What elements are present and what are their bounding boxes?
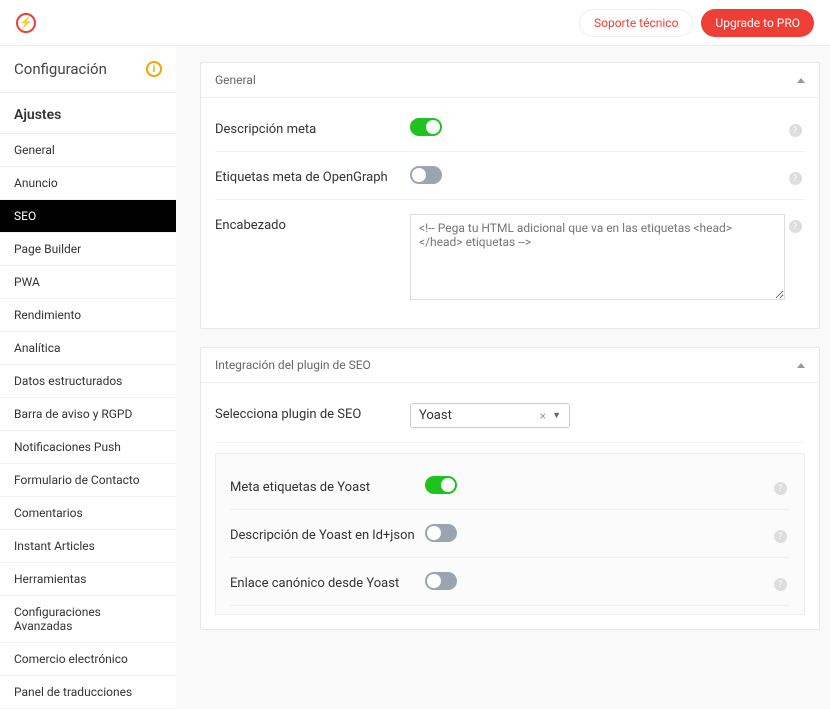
meta-desc-label: Descripción meta xyxy=(215,118,410,137)
og-tags-toggle[interactable] xyxy=(410,166,442,184)
chevron-down-icon: ▼ xyxy=(552,410,561,421)
sidebar-item-formulario-de-contacto[interactable]: Formulario de Contacto xyxy=(0,464,176,497)
sidebar-item-barra-de-aviso-y-rgpd[interactable]: Barra de aviso y RGPD xyxy=(0,398,176,431)
sidebar-item-herramientas[interactable]: Herramientas xyxy=(0,563,176,596)
card-seo-plugin: Integración del plugin de SEO Selecciona… xyxy=(200,347,820,630)
card-seo-plugin-header[interactable]: Integración del plugin de SEO xyxy=(201,348,819,383)
sidebar-subtitle: Ajustes xyxy=(0,93,176,134)
chevron-up-icon xyxy=(797,363,805,368)
sidebar-title: Configuración xyxy=(14,60,107,78)
sidebar-item-general[interactable]: General xyxy=(0,134,176,167)
sidebar-item-anuncio[interactable]: Anuncio xyxy=(0,167,176,200)
card-general: General Descripción meta ? Etiquetas met… xyxy=(200,62,820,329)
sidebar-nav: GeneralAnuncioSEOPage BuilderPWARendimie… xyxy=(0,134,176,709)
yoast-desc-toggle[interactable] xyxy=(425,524,457,542)
help-icon[interactable]: ? xyxy=(789,172,802,185)
app-logo-icon: ⚡ xyxy=(16,13,36,33)
head-code-label: Encabezado xyxy=(215,214,410,233)
card-general-title: General xyxy=(215,73,256,87)
info-icon[interactable]: i xyxy=(146,61,162,77)
seo-plugin-select-value: Yoast xyxy=(419,408,452,423)
yoast-meta-toggle[interactable] xyxy=(425,476,457,494)
head-code-textarea[interactable] xyxy=(410,214,785,300)
seo-plugin-select[interactable]: Yoast × ▼ xyxy=(410,403,570,428)
yoast-desc-label: Descripción de Yoast en ld+json xyxy=(230,524,425,543)
sidebar-item-panel-de-traducciones[interactable]: Panel de traducciones xyxy=(0,676,176,709)
card-general-header[interactable]: General xyxy=(201,63,819,98)
sidebar-item-comentarios[interactable]: Comentarios xyxy=(0,497,176,530)
sidebar-item-comercio-electrónico[interactable]: Comercio electrónico xyxy=(0,643,176,676)
support-button[interactable]: Soporte técnico xyxy=(579,9,693,37)
topbar-actions: Soporte técnico Upgrade to PRO xyxy=(579,9,814,37)
sidebar-item-datos-estructurados[interactable]: Datos estructurados xyxy=(0,365,176,398)
seo-plugin-select-label: Selecciona plugin de SEO xyxy=(215,403,410,422)
sidebar-item-page-builder[interactable]: Page Builder xyxy=(0,233,176,266)
og-tags-label: Etiquetas meta de OpenGraph xyxy=(215,166,410,185)
yoast-meta-label: Meta etiquetas de Yoast xyxy=(230,476,425,495)
meta-desc-toggle[interactable] xyxy=(410,118,442,136)
sidebar-item-notificaciones-push[interactable]: Notificaciones Push xyxy=(0,431,176,464)
sidebar: Configuración i Ajustes GeneralAnuncioSE… xyxy=(0,46,176,709)
yoast-canon-toggle[interactable] xyxy=(425,572,457,590)
clear-icon[interactable]: × xyxy=(540,409,546,423)
card-seo-plugin-title: Integración del plugin de SEO xyxy=(215,358,371,372)
sidebar-item-pwa[interactable]: PWA xyxy=(0,266,176,299)
sidebar-item-instant-articles[interactable]: Instant Articles xyxy=(0,530,176,563)
sidebar-item-analítica[interactable]: Analítica xyxy=(0,332,176,365)
sidebar-header: Configuración i xyxy=(0,46,176,93)
help-icon[interactable]: ? xyxy=(774,482,787,495)
sidebar-item-rendimiento[interactable]: Rendimiento xyxy=(0,299,176,332)
sidebar-item-seo[interactable]: SEO xyxy=(0,200,176,233)
chevron-up-icon xyxy=(797,78,805,83)
help-icon[interactable]: ? xyxy=(774,530,787,543)
help-icon[interactable]: ? xyxy=(774,578,787,591)
upgrade-button[interactable]: Upgrade to PRO xyxy=(701,9,814,37)
yoast-canon-label: Enlace canónico desde Yoast xyxy=(230,572,425,591)
yoast-subsection: Meta etiquetas de Yoast ? Descripción de… xyxy=(215,453,805,615)
help-icon[interactable]: ? xyxy=(789,220,802,233)
topbar: ⚡ Soporte técnico Upgrade to PRO xyxy=(0,0,830,46)
help-icon[interactable]: ? xyxy=(789,124,802,137)
main-content: General Descripción meta ? Etiquetas met… xyxy=(176,46,830,709)
sidebar-item-configuraciones-avanzadas[interactable]: Configuraciones Avanzadas xyxy=(0,596,176,643)
